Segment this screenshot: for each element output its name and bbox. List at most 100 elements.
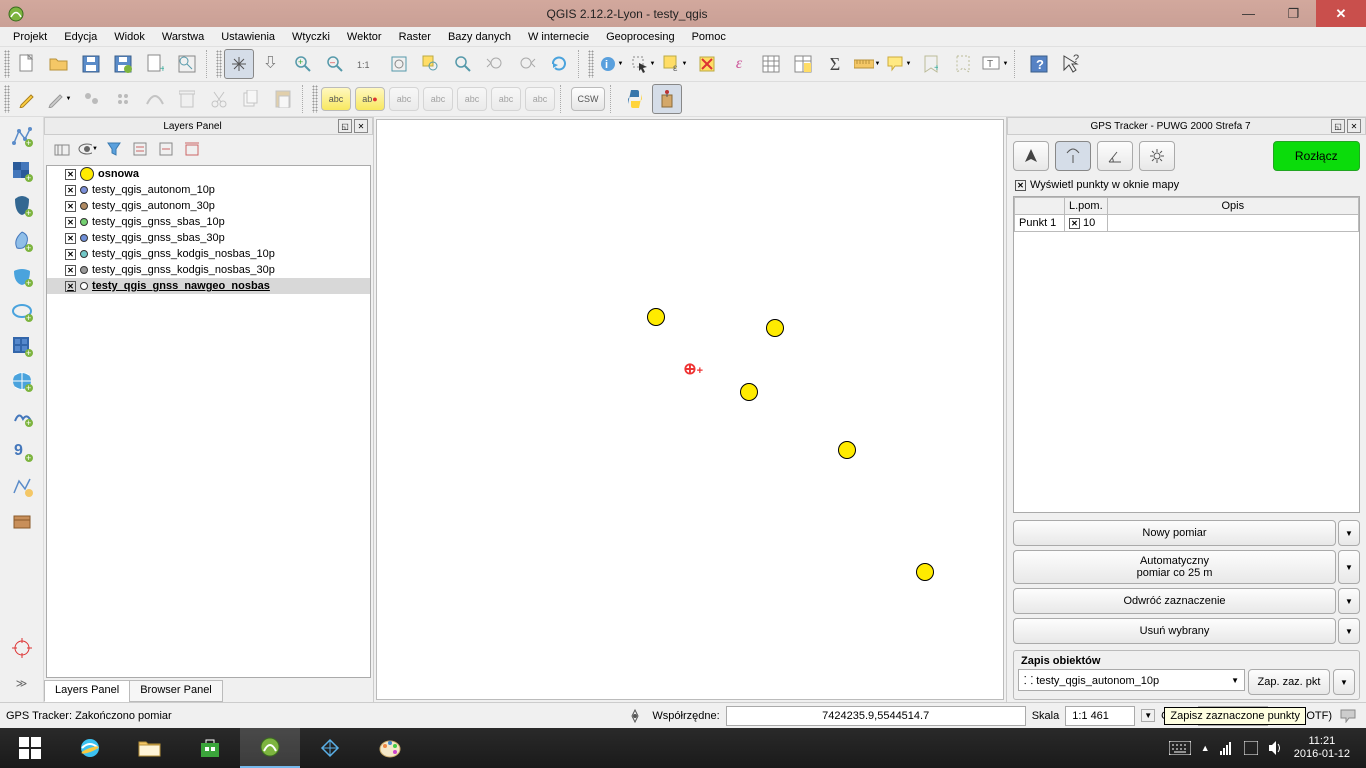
delete-selected-icon[interactable]	[172, 84, 202, 114]
layer-checkbox[interactable]: ✕	[65, 201, 76, 212]
menu-wtyczki[interactable]: Wtyczki	[285, 29, 337, 45]
menu-geoproc[interactable]: Geoprocesing	[599, 29, 682, 45]
refresh-icon[interactable]	[544, 49, 574, 79]
gps-auto-dropdown[interactable]: ▼	[1338, 550, 1360, 584]
attribute-table-icon[interactable]	[756, 49, 786, 79]
select-icon[interactable]: ▼	[628, 49, 658, 79]
add-raster-icon[interactable]: +	[5, 154, 39, 188]
gps-connect-button[interactable]: Rozłącz	[1273, 141, 1361, 171]
save-icon[interactable]	[76, 49, 106, 79]
wifi-icon[interactable]	[1220, 740, 1234, 756]
layer-checkbox[interactable]: ✕	[65, 233, 76, 244]
gps-save-points-button[interactable]: Zap. zaz. pkt	[1248, 669, 1330, 695]
add-feature-icon[interactable]	[76, 84, 106, 114]
select-expr-icon[interactable]: ε▼	[660, 49, 690, 79]
whats-this-icon[interactable]: ?	[1056, 49, 1086, 79]
gps-close-icon[interactable]: ✕	[1347, 119, 1361, 133]
gps-antenna-icon[interactable]	[1055, 141, 1091, 171]
label-abc1-icon[interactable]: abc	[389, 87, 419, 111]
text-annotation-icon[interactable]: T▼	[980, 49, 1010, 79]
gps-save-layer-combo[interactable]: ⸬ testy_qgis_autonom_10p▼	[1018, 669, 1245, 691]
zoom-native-icon[interactable]: 1:1	[352, 49, 382, 79]
layer-row[interactable]: ✕testy_qgis_gnss_nawgeo_nosbas	[47, 278, 370, 294]
add-spatialite-icon[interactable]: +	[5, 224, 39, 258]
menu-raster[interactable]: Raster	[392, 29, 438, 45]
task-store[interactable]	[180, 728, 240, 768]
help-icon[interactable]: ?	[1024, 49, 1054, 79]
measure-icon[interactable]: ▼	[852, 49, 882, 79]
add-oracle-icon[interactable]: +	[5, 294, 39, 328]
menu-pomoc[interactable]: Pomoc	[685, 29, 733, 45]
add-wfs-icon[interactable]: +	[5, 399, 39, 433]
new-shapefile-icon[interactable]	[5, 469, 39, 503]
gps-settings-icon[interactable]	[1139, 141, 1175, 171]
layer-checkbox[interactable]: ✕	[65, 265, 76, 276]
scale-dropdown[interactable]: ▼	[1141, 709, 1155, 722]
layer-row[interactable]: ✕testy_qgis_gnss_kodgis_nosbas_30p	[47, 262, 370, 278]
gps-show-points-checkbox[interactable]: ✕	[1015, 180, 1026, 191]
task-explorer[interactable]	[120, 728, 180, 768]
minimize-button[interactable]: —	[1226, 0, 1271, 27]
task-paint[interactable]	[360, 728, 420, 768]
bookmark-new-icon[interactable]: +	[916, 49, 946, 79]
layer-checkbox[interactable]: ✕	[65, 169, 76, 180]
add-wms-icon[interactable]: +	[5, 329, 39, 363]
messages-icon[interactable]	[1338, 706, 1360, 726]
tab-layers[interactable]: Layers Panel	[44, 680, 130, 702]
layer-remove-icon[interactable]	[182, 139, 202, 159]
maximize-button[interactable]: ❐	[1271, 0, 1316, 27]
label-abc4-icon[interactable]: abc	[491, 87, 521, 111]
field-calc-icon[interactable]	[788, 49, 818, 79]
gps-undock-icon[interactable]: ◱	[1331, 119, 1345, 133]
add-mssql-icon[interactable]: +	[5, 259, 39, 293]
node-tool-icon[interactable]	[140, 84, 170, 114]
layer-checkbox[interactable]: ✕	[65, 185, 76, 196]
new-composer-icon[interactable]: +	[140, 49, 170, 79]
gps-auto-measure-button[interactable]: Automatycznypomiar co 25 m	[1013, 550, 1336, 584]
layer-collapse-icon[interactable]	[156, 139, 176, 159]
menu-bazy[interactable]: Bazy danych	[441, 29, 518, 45]
action-center-icon[interactable]	[1244, 741, 1258, 755]
python-icon[interactable]	[620, 84, 650, 114]
gps-row-lpom[interactable]: ✕10	[1065, 215, 1108, 232]
menu-edycja[interactable]: Edycja	[57, 29, 104, 45]
menu-internet[interactable]: W internecie	[521, 29, 596, 45]
zoom-next-icon[interactable]	[512, 49, 542, 79]
task-qgis[interactable]	[240, 728, 300, 768]
layer-checkbox[interactable]: ✕	[65, 249, 76, 260]
open-icon[interactable]	[44, 49, 74, 79]
cut-icon[interactable]	[204, 84, 234, 114]
panel-undock-icon[interactable]: ◱	[338, 119, 352, 133]
expression-icon[interactable]: ε	[724, 49, 754, 79]
add-postgis-icon[interactable]: +	[5, 189, 39, 223]
menu-projekt[interactable]: Projekt	[6, 29, 54, 45]
task-ie[interactable]	[60, 728, 120, 768]
coords-toggle-icon[interactable]	[624, 706, 646, 726]
add-vector-icon[interactable]: +	[5, 119, 39, 153]
maptips-icon[interactable]: ▼	[884, 49, 914, 79]
gps-points-table[interactable]: L.pom. Opis Punkt 1 ✕10	[1013, 196, 1360, 513]
label-yellow-icon[interactable]: abc	[321, 87, 351, 111]
layer-filter-icon[interactable]	[104, 139, 124, 159]
menu-warstwa[interactable]: Warstwa	[155, 29, 211, 45]
copy-icon[interactable]	[236, 84, 266, 114]
new-geopackage-icon[interactable]	[5, 504, 39, 538]
volume-icon[interactable]	[1268, 740, 1280, 756]
layer-row[interactable]: ✕osnowa	[47, 166, 370, 182]
panel-close-icon[interactable]: ✕	[354, 119, 368, 133]
label-abc2-icon[interactable]: abc	[423, 87, 453, 111]
add-wcs-icon[interactable]: +	[5, 364, 39, 398]
save-as-icon[interactable]	[108, 49, 138, 79]
gps-nav-icon[interactable]	[1013, 141, 1049, 171]
gps-plugin-icon[interactable]	[652, 84, 682, 114]
menu-ustawienia[interactable]: Ustawienia	[214, 29, 282, 45]
gps-new-measure-button[interactable]: Nowy pomiar	[1013, 520, 1336, 546]
label-abc5-icon[interactable]: abc	[525, 87, 555, 111]
menu-wektor[interactable]: Wektor	[340, 29, 389, 45]
gps-save-dropdown[interactable]: ▼	[1333, 669, 1355, 695]
task-app1[interactable]	[300, 728, 360, 768]
gps-row-opis[interactable]	[1107, 215, 1358, 232]
gps-delete-button[interactable]: Usuń wybrany	[1013, 618, 1336, 644]
gps-new-dropdown[interactable]: ▼	[1338, 520, 1360, 546]
add-delimited-icon[interactable]: 9+	[5, 434, 39, 468]
